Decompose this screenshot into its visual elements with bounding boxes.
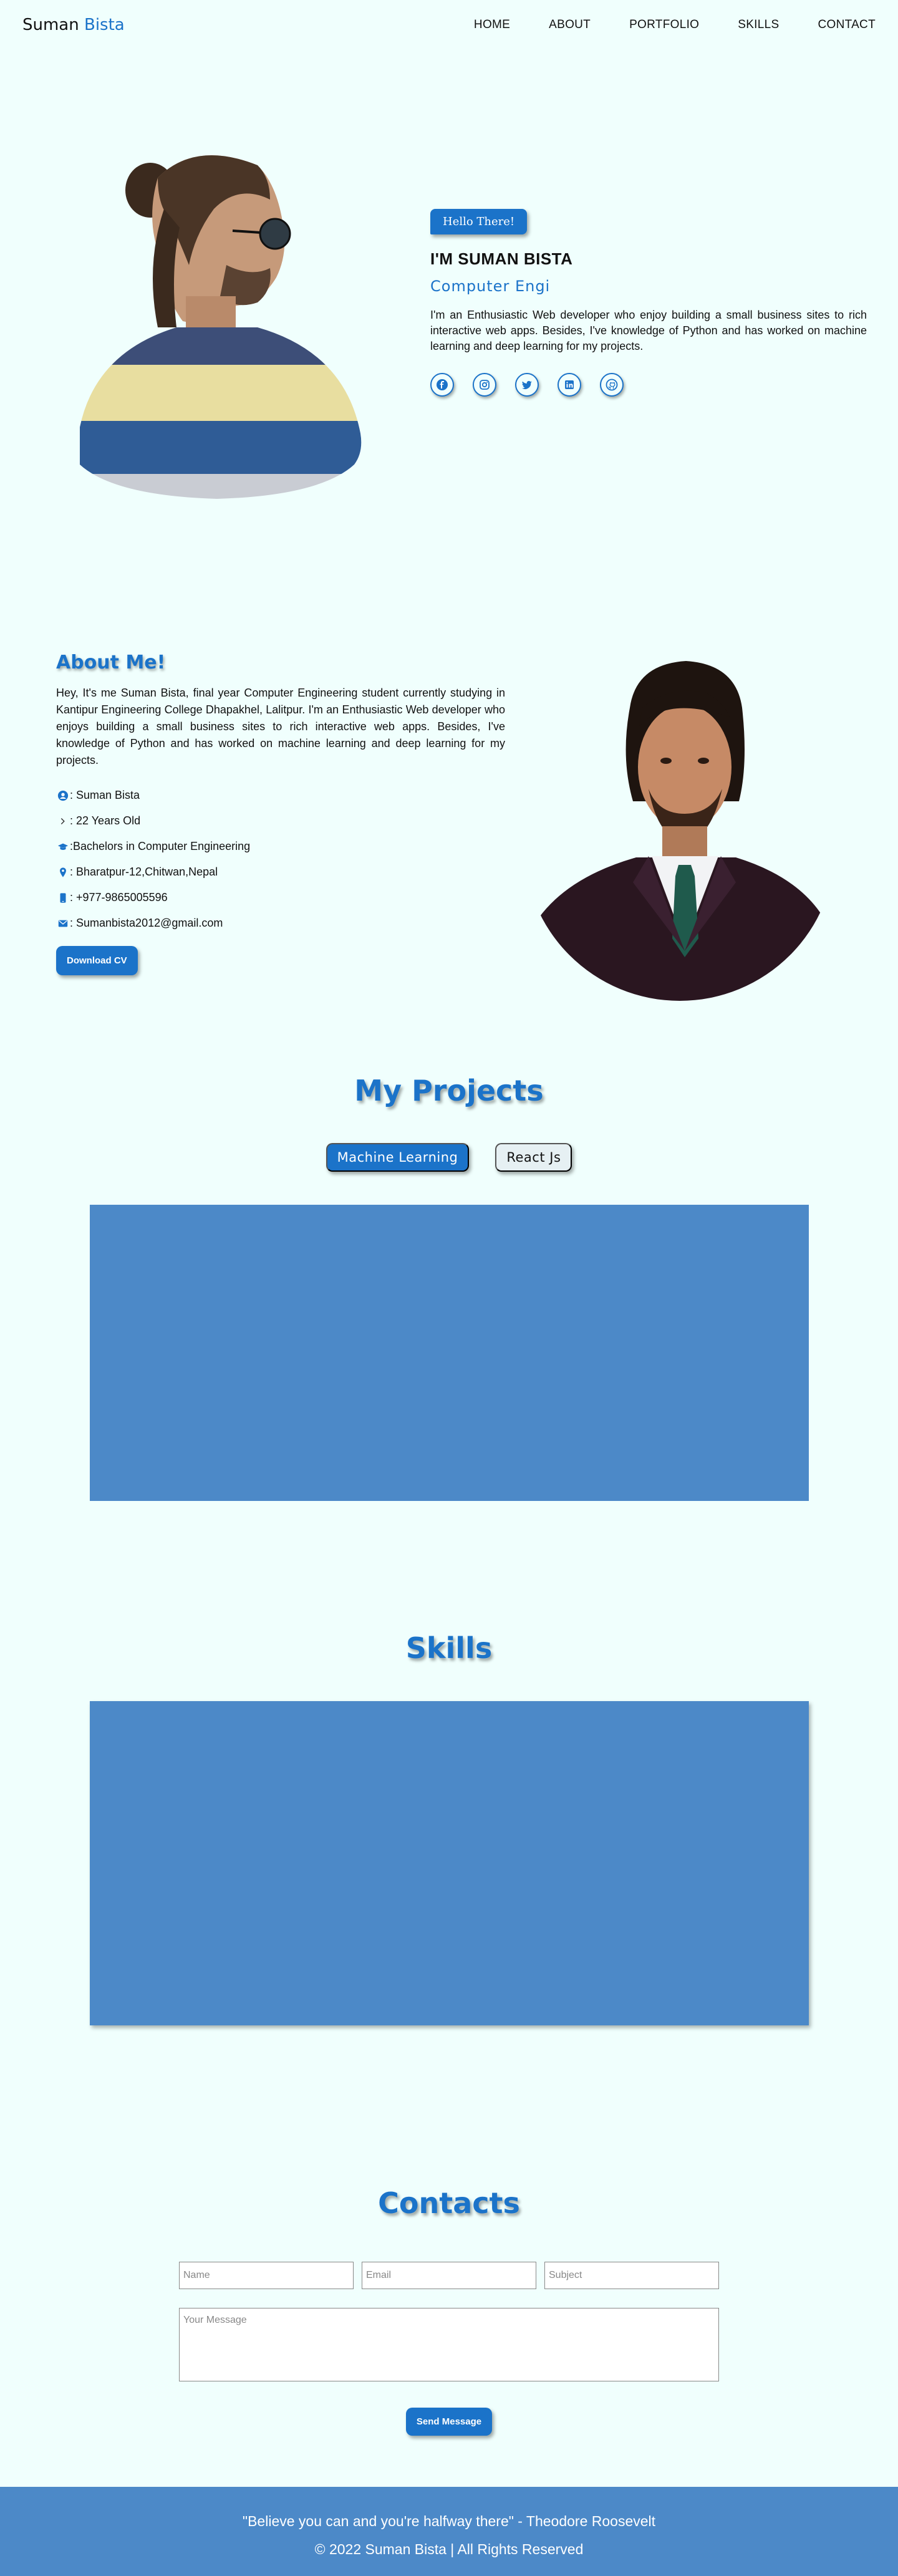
chevron-right-icon [56, 814, 70, 828]
fact-phone: : +977-9865005596 [56, 885, 505, 910]
send-wrap: Send Message [0, 2408, 898, 2436]
user-circle-icon [56, 789, 70, 803]
skills-title: Skills [405, 1631, 493, 1665]
project-tabs: Machine Learning React Js [0, 1143, 898, 1172]
facebook-icon[interactable] [430, 373, 454, 397]
about-description: Hey, It's me Suman Bista, final year Com… [56, 687, 505, 766]
brand-first: Suman [22, 16, 79, 34]
footer: "Believe you can and you're halfway ther… [0, 2487, 898, 2576]
fact-age-text: : 22 Years Old [70, 814, 141, 827]
fact-age: : 22 Years Old [56, 808, 505, 834]
footer-quote: "Believe you can and you're halfway ther… [242, 2513, 656, 2529]
fact-name: : Suman Bista [56, 783, 505, 808]
brand-logo[interactable]: Suman Bista [22, 16, 125, 34]
fact-location-text: : Bharatpur-12,Chitwan,Nepal [70, 866, 218, 878]
map-pin-icon [56, 866, 70, 879]
tab-react-js[interactable]: React Js [495, 1143, 572, 1172]
graduation-cap-icon [56, 840, 70, 854]
mail-icon [56, 917, 70, 930]
fact-phone-text: : +977-9865005596 [70, 891, 168, 904]
projects-title: My Projects [354, 1074, 544, 1107]
phone-icon [56, 891, 70, 905]
hero-description: I'm an Enthusiastic Web developer who en… [430, 309, 867, 352]
hero-intro: Hello There! I'M SUMAN BISTA Computer En… [430, 209, 867, 397]
github-icon[interactable] [600, 373, 624, 397]
about-title: About Me! [56, 652, 166, 673]
download-cv-button[interactable]: Download CV [56, 946, 138, 975]
footer-copyright: © 2022 Suman Bista | All Rights Reserved [314, 2541, 584, 2557]
fact-name-text: : Suman Bista [70, 789, 140, 801]
hero-profile-photo [80, 155, 362, 499]
fact-education-text: :Bachelors in Computer Engineering [70, 840, 251, 852]
fact-email: : Sumanbista2012@gmail.com [56, 910, 505, 936]
nav-contact[interactable]: CONTACT [818, 18, 876, 32]
name-field[interactable] [179, 2262, 354, 2289]
hero-role-typed: Computer Engi [430, 277, 551, 295]
brand-last: Bista [84, 16, 125, 34]
nav-about[interactable]: ABOUT [549, 18, 591, 32]
about-facts: : Suman Bista : 22 Years Old :Bachelors … [56, 783, 505, 936]
navbar: Suman Bista HOME ABOUT PORTFOLIO SKILLS … [0, 0, 898, 50]
instagram-icon[interactable] [473, 373, 496, 397]
projects-carousel [90, 1205, 809, 1501]
send-message-button[interactable]: Send Message [405, 2408, 493, 2436]
nav-skills[interactable]: SKILLS [738, 18, 779, 32]
fact-education: :Bachelors in Computer Engineering [56, 834, 505, 859]
fact-email-text: : Sumanbista2012@gmail.com [70, 917, 223, 929]
about-profile-photo [524, 661, 836, 1001]
fact-location: : Bharatpur-12,Chitwan,Nepal [56, 859, 505, 885]
twitter-icon[interactable] [515, 373, 539, 397]
nav-home[interactable]: HOME [474, 18, 510, 32]
about-section: About Me! Hey, It's me Suman Bista, fina… [56, 652, 505, 975]
tab-machine-learning[interactable]: Machine Learning [326, 1143, 470, 1172]
subject-field[interactable] [544, 2262, 719, 2289]
hello-badge: Hello There! [430, 209, 528, 234]
skills-panel [90, 1701, 809, 2025]
email-field[interactable] [362, 2262, 536, 2289]
social-links [430, 373, 867, 397]
contact-fields-row [179, 2262, 719, 2289]
linkedin-icon[interactable] [558, 373, 581, 397]
contact-form [179, 2262, 719, 2385]
nav-portfolio[interactable]: PORTFOLIO [629, 18, 699, 32]
hero-name: I'M SUMAN BISTA [430, 249, 573, 268]
contacts-title: Contacts [378, 2186, 520, 2220]
message-field[interactable] [179, 2308, 719, 2381]
nav-links: HOME ABOUT PORTFOLIO SKILLS CONTACT [435, 18, 876, 32]
